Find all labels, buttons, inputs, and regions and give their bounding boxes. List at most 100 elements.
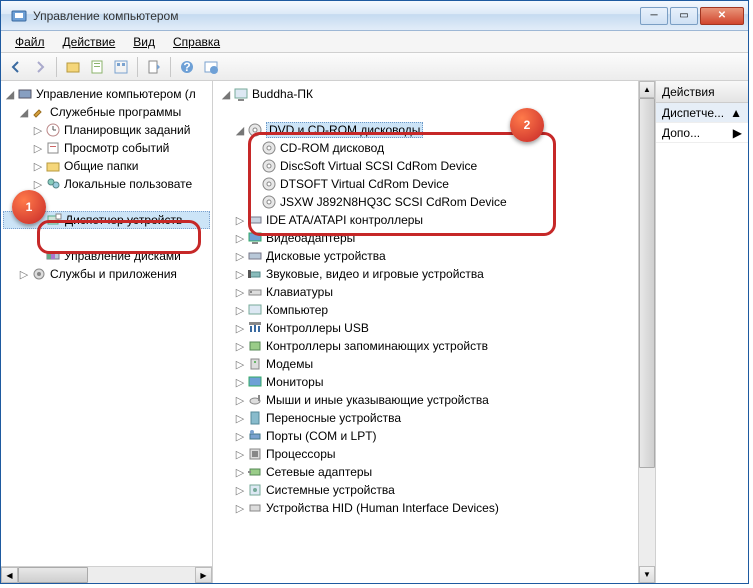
tree-task-scheduler[interactable]: ▷ Планировщик заданий [3, 121, 210, 139]
expand-icon[interactable]: ▷ [233, 250, 247, 263]
expand-icon[interactable]: ▷ [233, 484, 247, 497]
scroll-thumb[interactable] [639, 98, 655, 468]
help-button[interactable]: ? [176, 56, 198, 78]
expand-icon[interactable]: ▷ [233, 340, 247, 353]
forward-button[interactable] [29, 56, 51, 78]
computer-icon [17, 86, 33, 102]
expand-icon[interactable]: ▷ [17, 268, 31, 281]
back-button[interactable] [5, 56, 27, 78]
device-item[interactable]: JSXW J892N8HQ3C SCSI CdRom Device [219, 193, 649, 211]
device-category[interactable]: ▷Мыши и иные указывающие устройства [219, 391, 649, 409]
device-category[interactable]: ▷Порты (COM и LPT) [219, 427, 649, 445]
disc-icon [261, 140, 277, 156]
expand-icon[interactable]: ▷ [233, 304, 247, 317]
device-category[interactable]: ▷Дисковые устройства [219, 247, 649, 265]
properties-button[interactable] [86, 56, 108, 78]
device-item[interactable]: DTSOFT Virtual CdRom Device [219, 175, 649, 193]
category-icon [247, 230, 263, 246]
actions-header: Действия [656, 81, 748, 103]
separator [170, 57, 171, 77]
disc-icon [261, 194, 277, 210]
expand-icon[interactable]: ▷ [233, 322, 247, 335]
scroll-track[interactable] [639, 98, 655, 566]
tree-local-users[interactable]: ▷ Локальные пользовате [3, 175, 210, 193]
menu-help[interactable]: Справка [165, 33, 228, 51]
actions-more[interactable]: Допо... ▶ [656, 123, 748, 143]
category-icon [247, 446, 263, 462]
menu-view[interactable]: Вид [125, 33, 163, 51]
tree-services-apps[interactable]: ▷ Службы и приложения [3, 265, 210, 283]
device-category[interactable]: ▷Переносные устройства [219, 409, 649, 427]
device-category[interactable]: ▷Контроллеры запоминающих устройств [219, 337, 649, 355]
device-category[interactable]: ▷Сетевые адаптеры [219, 463, 649, 481]
tree-label: Устройства HID (Human Interface Devices) [266, 501, 499, 515]
expand-icon[interactable]: ▷ [233, 448, 247, 461]
list-button[interactable] [110, 56, 132, 78]
device-item[interactable]: CD-ROM дисковод [219, 139, 649, 157]
tree-shared-folders[interactable]: ▷ Общие папки [3, 157, 210, 175]
tree-disk-management[interactable]: Управление дисками [3, 247, 210, 265]
device-category[interactable]: ▷Звуковые, видео и игровые устройства [219, 265, 649, 283]
disc-icon [261, 158, 277, 174]
scroll-track[interactable] [18, 567, 195, 583]
expand-icon[interactable]: ▷ [31, 160, 45, 173]
actions-context-band[interactable]: Диспетче... ▲ [656, 103, 748, 123]
expand-icon[interactable]: ▷ [233, 394, 247, 407]
expand-icon[interactable]: ▷ [233, 232, 247, 245]
export-button[interactable] [143, 56, 165, 78]
collapse-icon[interactable]: ◢ [3, 88, 17, 101]
collapse-icon[interactable]: ◢ [233, 124, 247, 137]
left-tree: ◢ Управление компьютером (л ◢ Служебные … [1, 81, 212, 287]
menu-file[interactable]: Файл [7, 33, 53, 51]
expand-icon[interactable]: ▷ [233, 466, 247, 479]
scroll-down-button[interactable]: ▼ [639, 566, 655, 583]
expand-icon[interactable]: ▷ [233, 286, 247, 299]
device-item[interactable]: DiscSoft Virtual SCSI CdRom Device [219, 157, 649, 175]
users-icon [45, 176, 61, 192]
expand-icon[interactable]: ▷ [31, 124, 45, 137]
collapse-icon[interactable]: ◢ [219, 88, 233, 101]
device-category[interactable]: ▷Контроллеры USB [219, 319, 649, 337]
center-panel: ◢ Buddha-ПК ◢ DVD и CD-ROM дисководы CD-… [213, 81, 656, 583]
expand-icon[interactable]: ▷ [233, 502, 247, 515]
expand-icon[interactable]: ▷ [31, 142, 45, 155]
expand-icon[interactable]: ▷ [233, 358, 247, 371]
tree-event-viewer[interactable]: ▷ Просмотр событий [3, 139, 210, 157]
device-category[interactable]: ▷Клавиатуры [219, 283, 649, 301]
expand-icon[interactable]: ▷ [233, 430, 247, 443]
separator [56, 57, 57, 77]
scroll-left-button[interactable]: ◀ [1, 567, 18, 583]
refresh-button[interactable] [200, 56, 222, 78]
svg-text:?: ? [183, 60, 190, 74]
minimize-button[interactable]: ─ [640, 7, 668, 25]
device-category[interactable]: ▷Модемы [219, 355, 649, 373]
tree-system-tools[interactable]: ◢ Служебные программы [3, 103, 210, 121]
expand-icon[interactable]: ▷ [233, 214, 247, 227]
device-category[interactable]: ▷Мониторы [219, 373, 649, 391]
device-category[interactable]: ▷Процессоры [219, 445, 649, 463]
center-vertical-scrollbar[interactable]: ▲ ▼ [638, 81, 655, 583]
tree-device-manager[interactable]: Диспетчер устройств [3, 211, 210, 229]
expand-icon[interactable]: ▷ [233, 268, 247, 281]
tree-root-computer-mgmt[interactable]: ◢ Управление компьютером (л [3, 85, 210, 103]
device-category[interactable]: ▷ Устройства HID (Human Interface Devices… [219, 499, 649, 517]
close-button[interactable]: ✕ [700, 7, 744, 25]
device-tree: ◢ Buddha-ПК ◢ DVD и CD-ROM дисководы CD-… [213, 81, 655, 521]
device-category[interactable]: ▷Компьютер [219, 301, 649, 319]
device-category[interactable]: ▷IDE ATA/ATAPI контроллеры [219, 211, 649, 229]
left-horizontal-scrollbar[interactable]: ◀ ▶ [1, 566, 212, 583]
maximize-button[interactable]: ▭ [670, 7, 698, 25]
device-category[interactable]: ▷Видеоадаптеры [219, 229, 649, 247]
expand-icon[interactable]: ▷ [31, 178, 45, 191]
up-button[interactable] [62, 56, 84, 78]
menu-action[interactable]: Действие [55, 33, 124, 51]
expand-icon[interactable]: ▷ [233, 376, 247, 389]
scroll-right-button[interactable]: ▶ [195, 567, 212, 583]
device-root[interactable]: ◢ Buddha-ПК [219, 85, 649, 103]
device-category[interactable]: ▷Системные устройства [219, 481, 649, 499]
scroll-up-button[interactable]: ▲ [639, 81, 655, 98]
scroll-thumb[interactable] [18, 567, 88, 583]
category-dvd-cdrom[interactable]: ◢ DVD и CD-ROM дисководы [219, 121, 649, 139]
expand-icon[interactable]: ▷ [233, 412, 247, 425]
collapse-icon[interactable]: ◢ [17, 106, 31, 119]
